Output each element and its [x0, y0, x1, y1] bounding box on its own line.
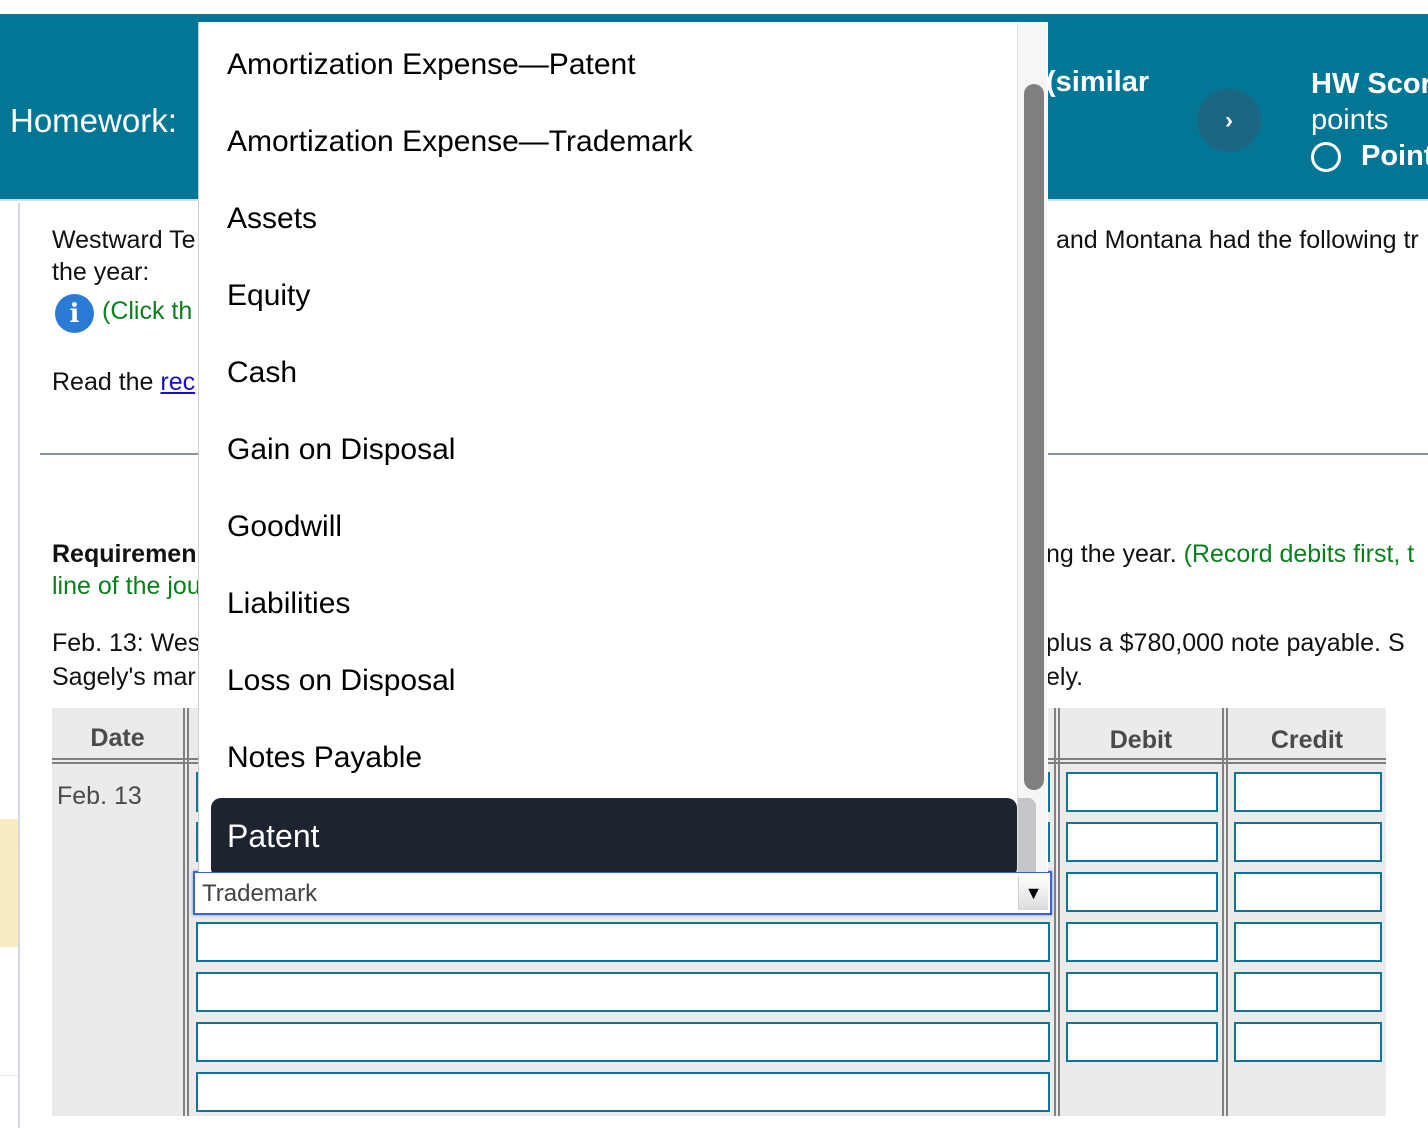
entry-date: Feb. 13	[57, 782, 142, 810]
chevron-right-icon: ›	[1225, 106, 1233, 134]
dropdown-option[interactable]: Equity	[227, 279, 310, 313]
dropdown-option[interactable]: Liabilities	[227, 587, 350, 621]
requirement-text-right: ng the year. (Record debits first, t	[1046, 540, 1414, 569]
debit-input[interactable]	[1066, 822, 1218, 862]
info-icon[interactable]: i	[55, 294, 94, 333]
dropdown-option[interactable]: Notes Payable	[227, 741, 422, 775]
similar-question-link[interactable]: (similar	[1046, 66, 1149, 99]
credit-input[interactable]	[1234, 772, 1382, 812]
requirement-instruction: (Record debits first, t	[1183, 540, 1415, 568]
debit-column-header: Debit	[1109, 726, 1173, 754]
transaction-text-line2-right: ely.	[1046, 663, 1084, 691]
intro-text-right: and Montana had the following tr	[1056, 226, 1419, 254]
dropdown-option-highlighted[interactable]: Patent	[211, 798, 1017, 872]
dropdown-option[interactable]: Amortization Expense—Trademark	[227, 125, 693, 159]
side-indicator	[0, 819, 18, 947]
click-icon-instruction[interactable]: (Click th	[102, 297, 192, 326]
dropdown-option[interactable]: Amortization Expense—Patent	[227, 48, 636, 82]
left-rail-divider	[18, 203, 20, 1128]
requirement-heading: Requiremen	[52, 540, 197, 568]
account-select-row-3[interactable]: Trademark ▼	[193, 871, 1052, 915]
dropdown-scrollbar[interactable]	[1017, 22, 1047, 872]
column-divider	[1054, 708, 1060, 1116]
debit-input[interactable]	[1066, 872, 1218, 912]
rail-separator	[0, 1075, 18, 1076]
dropdown-option[interactable]: Goodwill	[227, 510, 342, 544]
column-divider	[1222, 708, 1228, 1116]
credit-input[interactable]	[1234, 872, 1382, 912]
requirement-instruction-line2: line of the jou	[52, 572, 201, 600]
question-points-status: Point	[1311, 140, 1428, 173]
highlighted-option-label: Patent	[227, 818, 320, 854]
account-input-row-4[interactable]	[196, 922, 1050, 962]
credit-column-header: Credit	[1270, 726, 1344, 754]
credit-input[interactable]	[1234, 922, 1382, 962]
read-requirements-text: Read the rec	[52, 368, 195, 397]
debit-input[interactable]	[1066, 922, 1218, 962]
account-dropdown-list[interactable]: Amortization Expense—Patent Amortization…	[198, 22, 1048, 872]
credit-input[interactable]	[1234, 1022, 1382, 1062]
debit-input[interactable]	[1066, 972, 1218, 1012]
credit-input[interactable]	[1234, 972, 1382, 1012]
hw-score-label: HW Scor	[1311, 68, 1428, 100]
points-status-label: Point	[1361, 140, 1428, 172]
intro-text-left: Westward Te	[52, 226, 196, 254]
chevron-down-icon[interactable]: ▼	[1018, 876, 1048, 910]
hw-points-label: points	[1311, 104, 1389, 136]
account-input-row-6[interactable]	[196, 1022, 1050, 1062]
account-input-row-7[interactable]	[196, 1072, 1050, 1112]
scrollbar-thumb[interactable]	[1024, 84, 1044, 790]
credit-input[interactable]	[1234, 822, 1382, 862]
dropdown-option[interactable]: Loss on Disposal	[227, 664, 455, 698]
dropdown-option[interactable]: Cash	[227, 356, 297, 390]
date-column-header: Date	[90, 724, 145, 752]
selected-account-value: Trademark	[202, 880, 318, 907]
account-input-row-5[interactable]	[196, 972, 1050, 1012]
dropdown-option[interactable]: Gain on Disposal	[227, 433, 455, 467]
homework-title: Homework:	[10, 102, 177, 139]
debit-input[interactable]	[1066, 1022, 1218, 1062]
column-divider	[183, 708, 189, 1116]
status-circle-icon	[1311, 141, 1341, 172]
requirement-text: ng the year.	[1046, 540, 1184, 568]
dropdown-option[interactable]: Assets	[227, 202, 317, 236]
scrollbar-track-lower	[1018, 798, 1036, 872]
next-question-button[interactable]: ›	[1197, 89, 1261, 152]
read-prefix: Read the	[52, 368, 161, 396]
transaction-text-left: Feb. 13: Wes	[52, 629, 201, 657]
requirements-link[interactable]: rec	[160, 368, 195, 396]
transaction-text-right: plus a $780,000 note payable. S	[1046, 629, 1405, 657]
transaction-text-line2-left: Sagely's mar	[52, 663, 196, 691]
debit-input[interactable]	[1066, 772, 1218, 812]
intro-text-line2: the year:	[52, 258, 150, 286]
